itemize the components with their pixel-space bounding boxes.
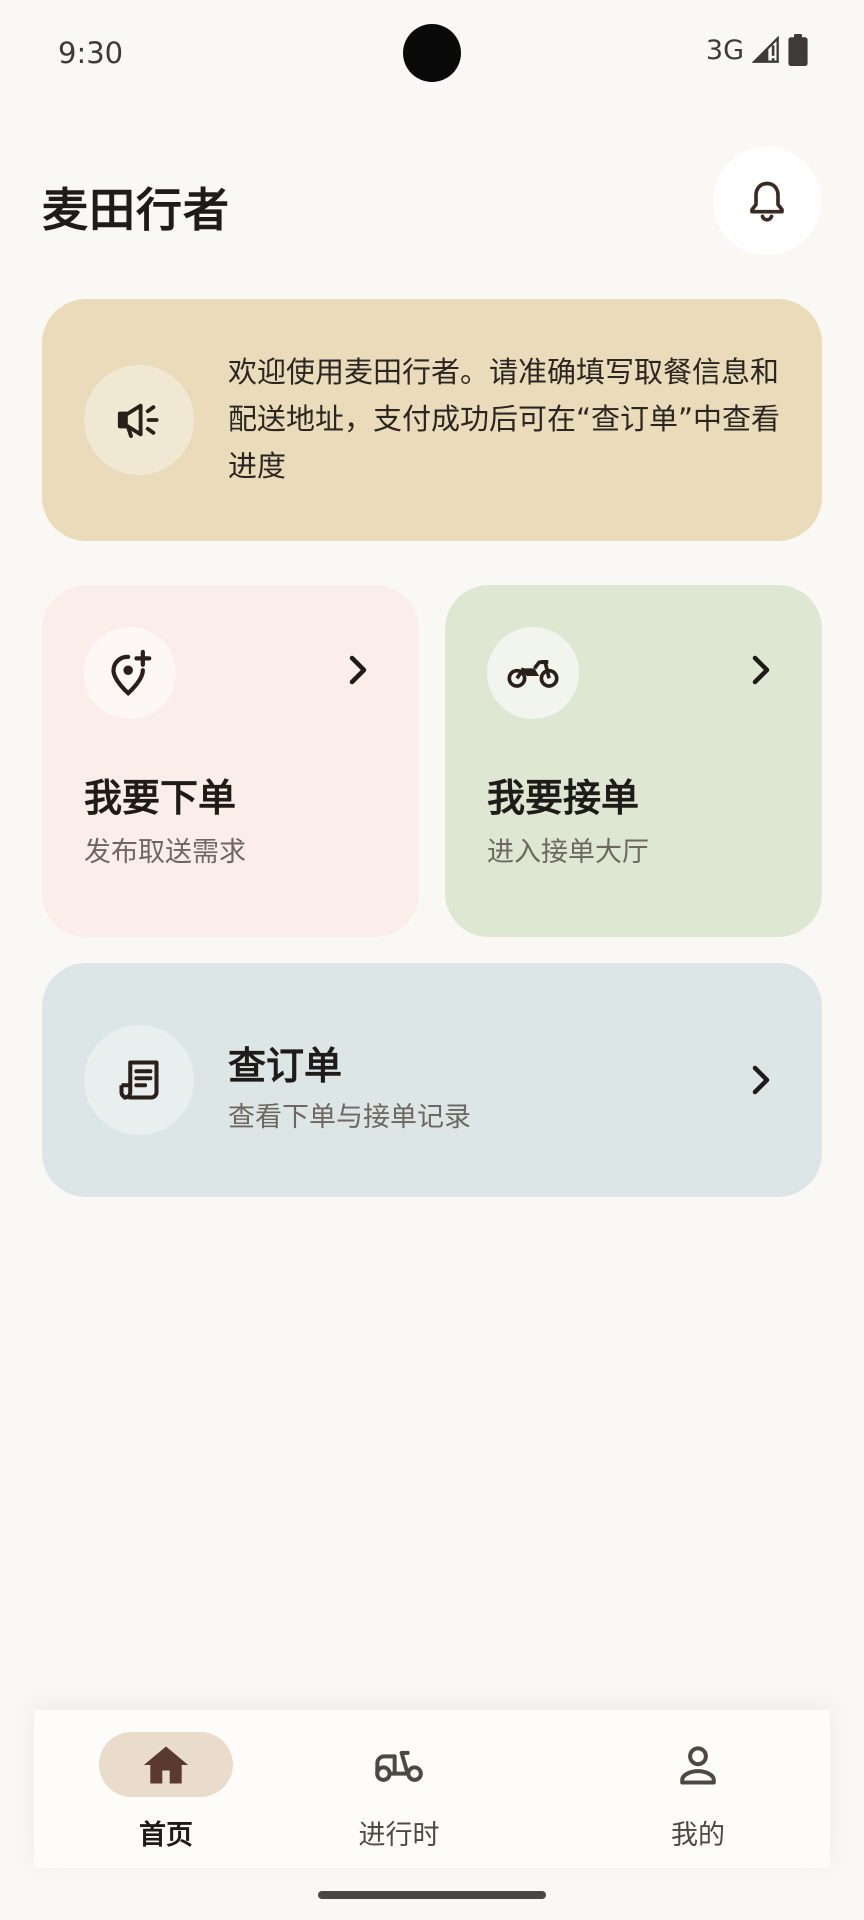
place-order-icon-wrap bbox=[84, 627, 176, 719]
network-type: 3G bbox=[705, 34, 744, 66]
accept-order-subtitle: 进入接单大厅 bbox=[487, 837, 649, 868]
home-icon bbox=[143, 1746, 189, 1783]
page-title: 麦田行者 bbox=[42, 183, 230, 237]
status-icons: 3G bbox=[706, 34, 808, 66]
add-location-icon bbox=[111, 649, 152, 696]
person-icon bbox=[680, 1745, 716, 1785]
check-orders-card[interactable]: 查订单 查看下单与接单记录 bbox=[42, 963, 822, 1197]
nav-label-home: 首页 bbox=[139, 1820, 193, 1851]
announcement-text: 欢迎使用麦田行者。请准确填写取餐信息和配送地址，支付成功后可在“查订单”中查看进… bbox=[228, 355, 781, 483]
nav-item-home[interactable]: 首页 bbox=[66, 1732, 266, 1852]
nav-in-progress-indicator bbox=[332, 1732, 466, 1797]
notifications-button[interactable] bbox=[713, 147, 821, 255]
battery-icon bbox=[788, 34, 808, 66]
chevron-right-icon bbox=[347, 655, 369, 689]
status-time: 9:30 bbox=[58, 36, 124, 70]
place-order-subtitle: 发布取送需求 bbox=[84, 837, 246, 868]
nav-label-in-progress: 进行时 bbox=[358, 1820, 440, 1851]
signal-icon bbox=[752, 36, 780, 64]
bell-icon bbox=[750, 181, 784, 222]
nav-item-me[interactable]: 我的 bbox=[598, 1732, 798, 1852]
chevron-right-icon bbox=[750, 1065, 772, 1099]
place-order-card[interactable]: 我要下单 发布取送需求 bbox=[42, 585, 419, 937]
receipt-icon bbox=[119, 1060, 159, 1100]
nav-home-indicator bbox=[99, 1732, 233, 1797]
check-orders-subtitle: 查看下单与接单记录 bbox=[228, 1102, 471, 1133]
check-orders-icon-wrap bbox=[84, 1025, 194, 1135]
app-screen: 9:30 3G 麦田行者 欢迎使用麦田行者。请准确填写取餐信息和配送地址，支付成… bbox=[0, 0, 864, 1920]
announcement-card: 欢迎使用麦田行者。请准确填写取餐信息和配送地址，支付成功后可在“查订单”中查看进… bbox=[42, 299, 822, 541]
megaphone-icon bbox=[117, 403, 159, 438]
place-order-title: 我要下单 bbox=[84, 776, 237, 820]
accept-order-icon-wrap bbox=[487, 627, 579, 719]
nav-item-in-progress[interactable]: 进行时 bbox=[299, 1732, 499, 1852]
motorcycle-icon bbox=[507, 660, 559, 688]
bottom-navigation: 首页 进行时 我的 bbox=[34, 1710, 830, 1868]
accept-order-title: 我要接单 bbox=[487, 776, 640, 820]
chevron-right-icon bbox=[750, 655, 772, 689]
gesture-home-bar[interactable] bbox=[318, 1891, 546, 1899]
announcement-icon-wrap bbox=[84, 365, 194, 475]
check-orders-title: 查订单 bbox=[228, 1044, 343, 1088]
accept-order-card[interactable]: 我要接单 进入接单大厅 bbox=[445, 585, 822, 937]
nav-me-indicator bbox=[631, 1732, 765, 1797]
nav-label-me: 我的 bbox=[671, 1820, 725, 1851]
scooter-icon bbox=[375, 1750, 423, 1782]
camera-cutout bbox=[403, 24, 461, 82]
